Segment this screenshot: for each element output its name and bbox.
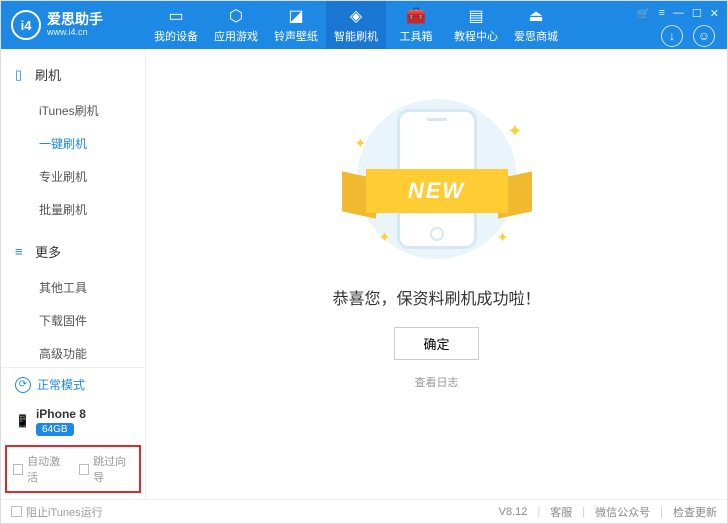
ok-button[interactable]: 确定 — [394, 327, 478, 360]
check-update-link[interactable]: 检查更新 — [673, 504, 717, 520]
brand-name: 爱思助手 — [47, 12, 103, 27]
device-row[interactable]: 📱 iPhone 8 64GB — [1, 401, 145, 445]
sidebar-item-download-firmware[interactable]: 下载固件 — [1, 304, 145, 337]
close-button[interactable]: ✕ — [710, 7, 719, 20]
phone-icon: ▭ — [168, 7, 183, 25]
sidebar-item-batch-flash[interactable]: 批量刷机 — [1, 193, 145, 226]
storage-badge: 64GB — [36, 423, 74, 436]
flash-icon: ◈ — [350, 7, 362, 25]
success-illustration: ✦ ✦ ✦ ✦ NEW — [337, 99, 537, 259]
tab-ringtones-wallpapers[interactable]: ◪铃声壁纸 — [266, 1, 326, 49]
brand-url: www.i4.cn — [47, 28, 103, 38]
tab-tutorials[interactable]: ▤教程中心 — [446, 1, 506, 49]
device-icon: 📱 — [15, 414, 30, 428]
version-label: V8.12 — [499, 506, 528, 518]
wechat-link[interactable]: 微信公众号 — [595, 504, 650, 520]
store-icon: ⏏ — [528, 7, 543, 25]
tab-apps-games[interactable]: ⬡应用游戏 — [206, 1, 266, 49]
phone-outline-icon: ▯ — [15, 67, 29, 83]
sidebar-item-advanced[interactable]: 高级功能 — [1, 337, 145, 367]
apps-icon: ⬡ — [229, 7, 243, 25]
sidebar-item-other-tools[interactable]: 其他工具 — [1, 271, 145, 304]
sidebar-group-more: ≡ 更多 — [1, 236, 145, 267]
tab-toolbox[interactable]: 🧰工具箱 — [386, 1, 446, 49]
refresh-icon: ⟳ — [15, 377, 31, 393]
sidebar-group-flash: ▯ 刷机 — [1, 59, 145, 90]
toolbox-icon: 🧰 — [406, 7, 426, 25]
menu-icon[interactable]: ≡ — [658, 7, 664, 19]
auto-activate-checkbox[interactable]: 自动激活 — [13, 453, 67, 485]
sidebar-item-pro-flash[interactable]: 专业刷机 — [1, 160, 145, 193]
skip-guide-checkbox[interactable]: 跳过向导 — [79, 453, 133, 485]
view-log-link[interactable]: 查看日志 — [415, 374, 459, 390]
customer-service-link[interactable]: 客服 — [550, 504, 572, 520]
download-button[interactable]: ↓ — [661, 25, 683, 47]
mode-row[interactable]: ⟳ 正常模式 — [1, 368, 145, 401]
tab-store[interactable]: ⏏爱思商城 — [506, 1, 566, 49]
maximize-button[interactable]: ☐ — [692, 7, 702, 20]
sidebar-item-itunes-flash[interactable]: iTunes刷机 — [1, 94, 145, 127]
user-button[interactable]: ☺ — [693, 25, 715, 47]
list-icon: ≡ — [15, 244, 29, 259]
tab-smart-flash[interactable]: ◈智能刷机 — [326, 1, 386, 49]
cart-icon[interactable]: 🛒 — [637, 7, 651, 20]
tab-my-device[interactable]: ▭我的设备 — [146, 1, 206, 49]
block-itunes-checkbox[interactable]: 阻止iTunes运行 — [11, 504, 103, 520]
main-tabs: ▭我的设备 ⬡应用游戏 ◪铃声壁纸 ◈智能刷机 🧰工具箱 ▤教程中心 ⏏爱思商城 — [146, 1, 637, 49]
book-icon: ▤ — [468, 7, 483, 25]
music-icon: ◪ — [288, 7, 303, 25]
brand-logo: i4 爱思助手 www.i4.cn — [1, 10, 146, 40]
options-highlight: 自动激活 跳过向导 — [5, 445, 141, 493]
sidebar-item-oneclick-flash[interactable]: 一键刷机 — [1, 127, 145, 160]
success-message: 恭喜您，保资料刷机成功啦！ — [332, 285, 540, 309]
logo-badge: i4 — [11, 10, 41, 40]
minimize-button[interactable]: — — [673, 7, 684, 19]
ribbon-label: NEW — [366, 169, 508, 213]
